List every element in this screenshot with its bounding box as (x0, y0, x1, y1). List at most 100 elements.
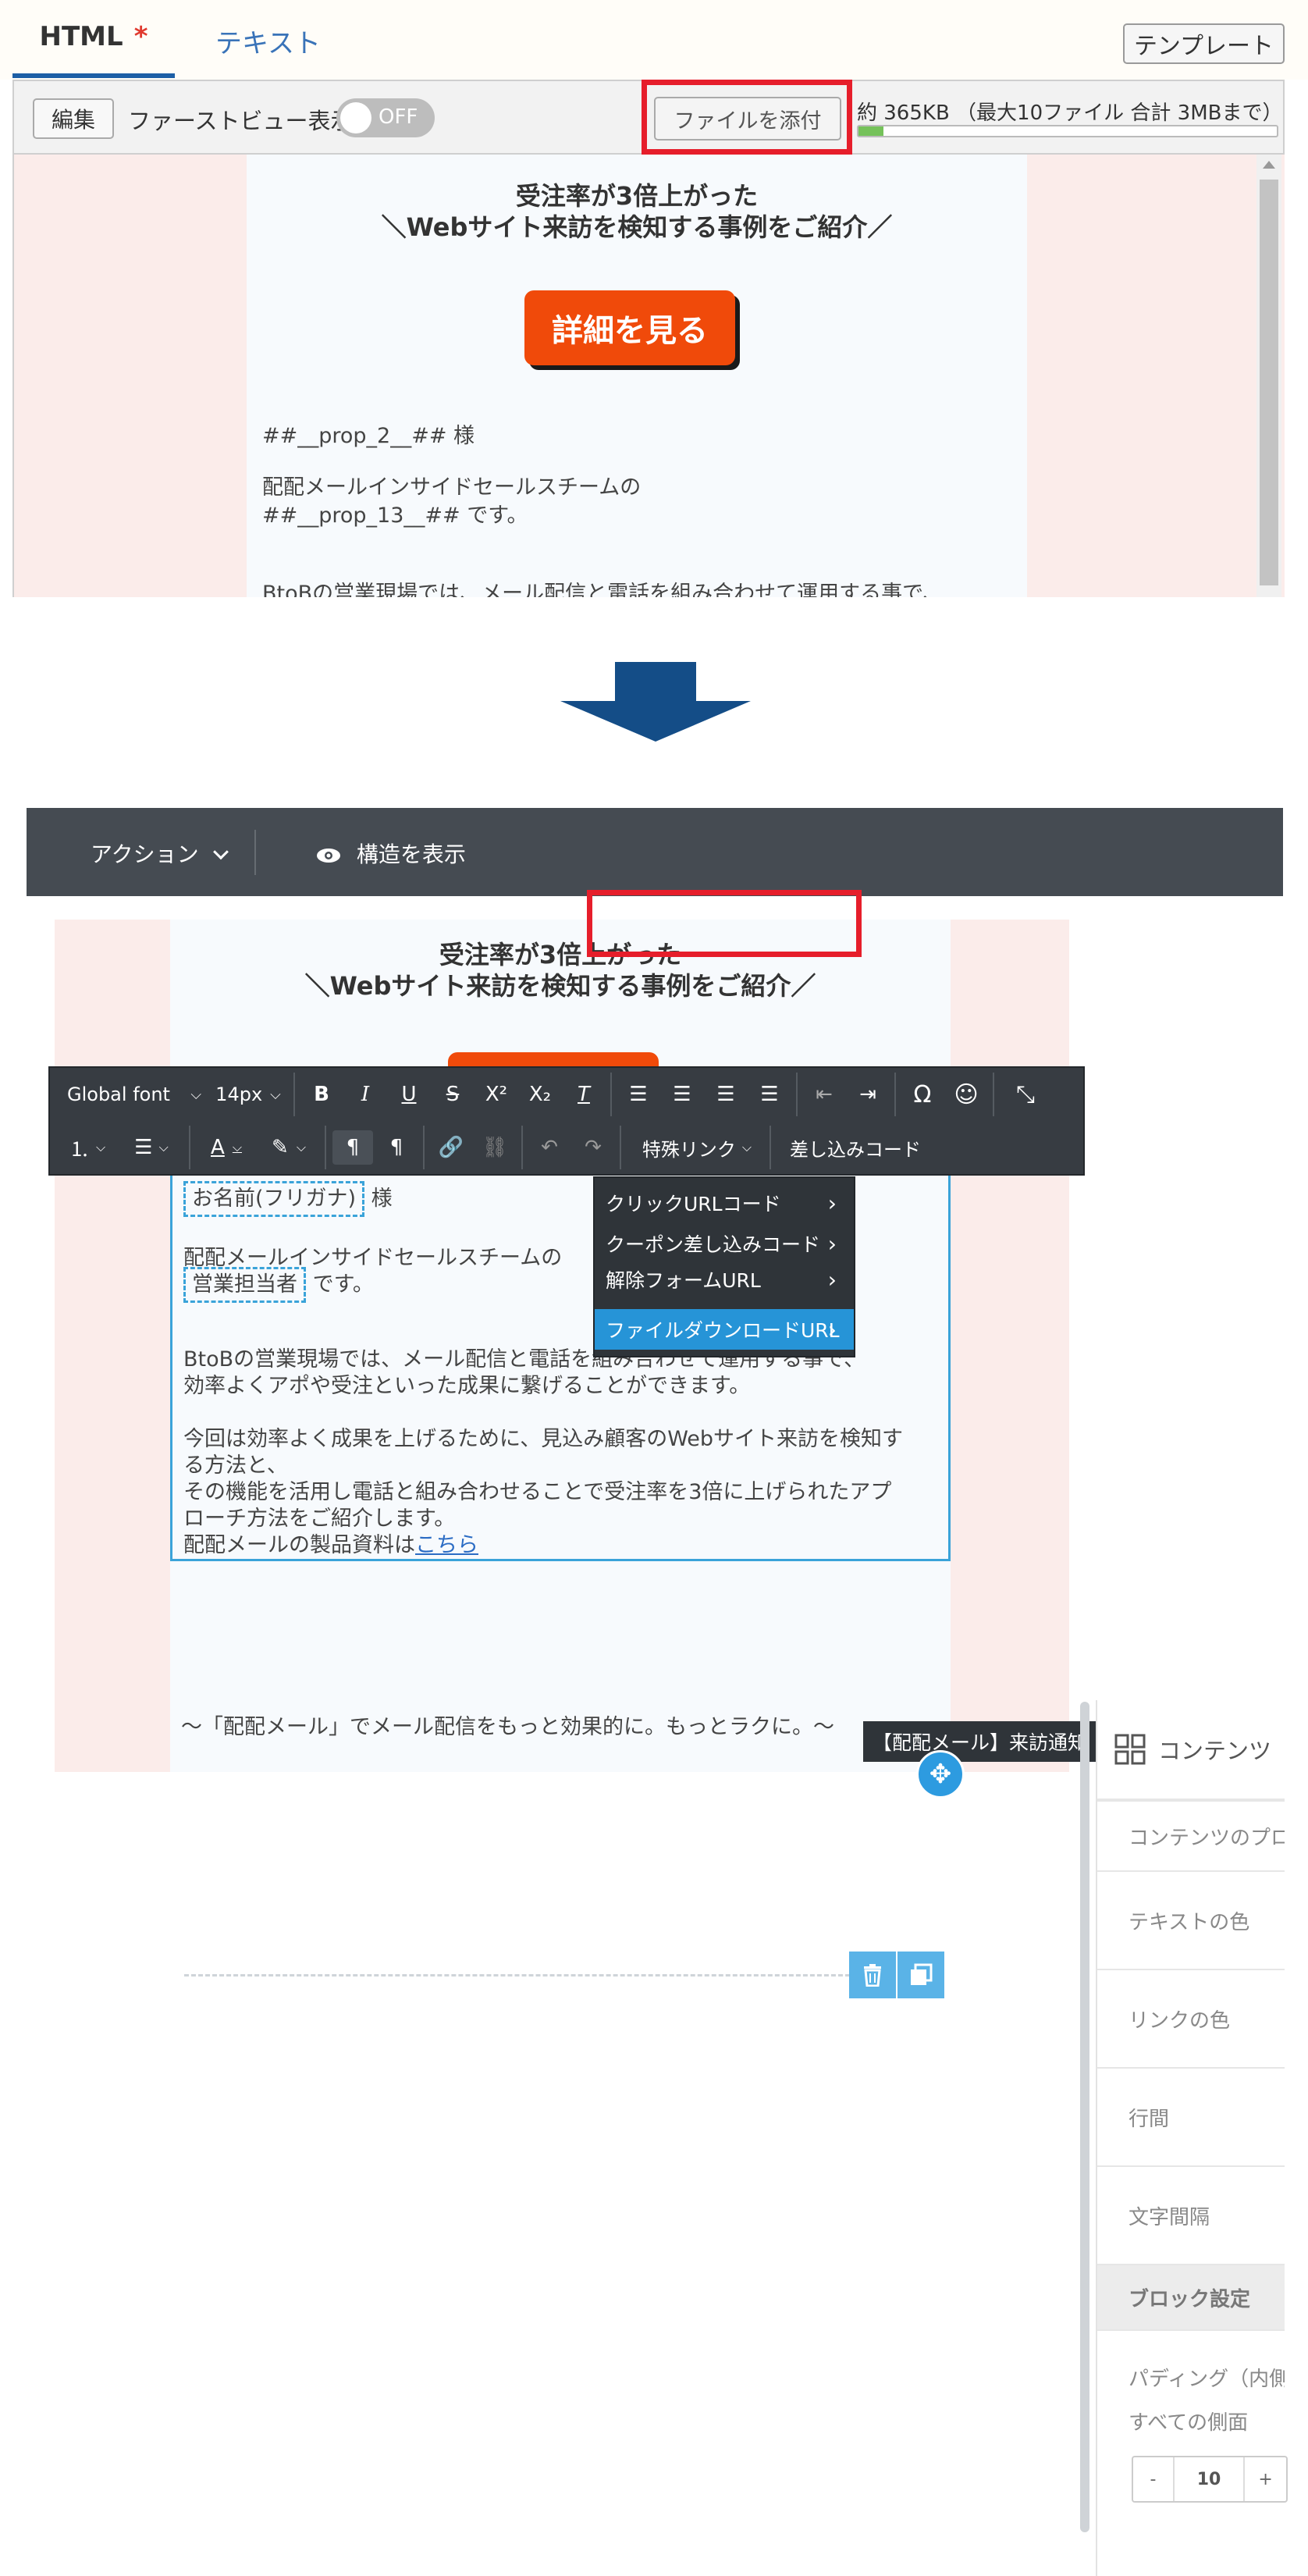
tab-text[interactable]: テキスト (215, 22, 321, 60)
first-view-toggle[interactable]: OFF (336, 98, 435, 137)
align-left-icon[interactable]: ☰ (618, 1077, 659, 1112)
ordered-list-icon[interactable]: ⒈ ⌵ (58, 1130, 117, 1165)
grid-icon (1114, 1734, 1146, 1765)
footer-line: ～「配配メール」でメール配信をもっと効果的に。もっとラクに。～ (181, 1715, 834, 1739)
greeting-line: ##__prop_2__## 様 (262, 424, 475, 448)
bold-icon[interactable]: B (301, 1077, 342, 1112)
editor-scrollbar[interactable] (1080, 1702, 1089, 2532)
editor-top-bar: アクション 構造を表示 (27, 808, 1283, 896)
trash-icon (864, 1964, 881, 1987)
underline-icon[interactable]: U (389, 1077, 429, 1112)
collapse-icon[interactable]: ⤡ (1004, 1077, 1047, 1112)
font-family-select[interactable]: Global font ⌵ (58, 1077, 206, 1112)
padding-stepper[interactable]: - 10 + (1132, 2456, 1288, 2503)
doc-link[interactable]: こちら (415, 1533, 478, 1557)
divider (189, 1126, 190, 1169)
divider (254, 830, 256, 875)
copy-icon (911, 1963, 933, 1985)
content-panel-header[interactable]: コンテンツ (1097, 1700, 1285, 1802)
chevron-right-icon: › (827, 1230, 837, 1257)
decrement-button[interactable]: - (1133, 2457, 1175, 2501)
content-properties-item[interactable]: コンテンツのプロパティ (1097, 1802, 1285, 1872)
clear-format-icon[interactable]: T (563, 1077, 604, 1112)
redo-icon[interactable]: ↷ (573, 1130, 613, 1165)
delete-block-button[interactable] (849, 1952, 896, 1998)
chevron-down-icon: ⌵ (190, 1086, 201, 1103)
down-arrow-head-icon (560, 701, 751, 742)
attachment-size-bar (857, 125, 1278, 137)
superscript-icon[interactable]: X² (476, 1077, 517, 1112)
email-title-line2: ＼Webサイト来訪を検知する事例をご紹介／ (304, 971, 816, 1001)
align-center-icon[interactable]: ☰ (662, 1077, 702, 1112)
letter-spacing-item[interactable]: 文字間隔 (1097, 2167, 1285, 2265)
font-family-value: Global font (67, 1083, 170, 1105)
paragraph-rtl-icon[interactable]: ¶ (376, 1130, 417, 1165)
content-panel-title: コンテンツ (1158, 1738, 1272, 1764)
unlink-icon[interactable]: ⛓ (475, 1130, 515, 1165)
staff-merge-tag[interactable]: 営業担当者 (183, 1267, 306, 1303)
editor-area: 受注率が3倍上がった ＼Webサイト来訪を検知する事例をご紹介／ お名前(フリガ… (27, 896, 1085, 1772)
strikethrough-icon[interactable]: S (432, 1077, 473, 1112)
name-merge-tag[interactable]: お名前(フリガナ) (183, 1181, 365, 1217)
line-height-item[interactable]: 行間 (1097, 2069, 1285, 2167)
email-title-line2: ＼Webサイト来訪を検知する事例をご紹介／ (381, 212, 893, 242)
divider (293, 1073, 295, 1116)
padding-value[interactable]: 10 (1175, 2457, 1243, 2501)
email-body: 受注率が3倍上がった ＼Webサイト来訪を検知する事例をご紹介／ 詳細を見る #… (247, 155, 1027, 597)
body-line1: BtoBの営業現場では、メール配信と電話を組み合わせて運用する事で、 (262, 582, 944, 597)
special-link-select[interactable]: 特殊リンク ⌵ (631, 1130, 763, 1165)
required-mark: * (133, 21, 148, 52)
insert-code-button[interactable]: 差し込みコード (777, 1130, 933, 1165)
edit-button[interactable]: 編集 (33, 98, 114, 139)
menu-item-click-url[interactable]: クリックURLコード › (595, 1183, 854, 1223)
indent-icon[interactable]: ⇥ (848, 1077, 888, 1112)
divider (796, 1073, 798, 1116)
link-icon[interactable]: 🔗 (431, 1130, 471, 1165)
emoji-icon[interactable]: ☺ (946, 1077, 986, 1112)
padding-label: パディング（内側） (1129, 2367, 1285, 2391)
chevron-right-icon: › (827, 1316, 837, 1343)
greeting-line: お名前(フリガナ) 様 (183, 1181, 393, 1217)
align-justify-icon[interactable]: ☰ (749, 1077, 790, 1112)
staff-suffix: です。 (312, 1272, 374, 1297)
special-character-icon[interactable]: Ω (902, 1077, 943, 1112)
font-size-select[interactable]: 14px ⌵ (211, 1077, 286, 1112)
align-right-icon[interactable]: ☰ (706, 1077, 746, 1112)
toggle-knob (340, 102, 371, 133)
paragraph-ltr-icon[interactable]: ¶ (332, 1130, 373, 1165)
tab-html[interactable]: HTML * (12, 0, 175, 78)
divider (993, 1073, 994, 1116)
text-color-icon[interactable]: A ⌵ (197, 1130, 256, 1165)
format-row-1: Global font ⌵ 14px ⌵ B I U S X² X₂ T ☰ ☰ ☰… (50, 1068, 1083, 1121)
divider (610, 1073, 612, 1116)
move-block-icon[interactable]: ✥ (916, 1750, 965, 1799)
bullet-list-icon[interactable]: ☰ ⌵ (122, 1130, 181, 1165)
preview-scrollbar[interactable] (1256, 155, 1281, 597)
outdent-icon[interactable]: ⇤ (804, 1077, 844, 1112)
increment-button[interactable]: + (1243, 2457, 1286, 2501)
divider (521, 1126, 523, 1169)
menu-item-label: クリックURLコード (606, 1193, 781, 1215)
text-color-item[interactable]: テキストの色 (1097, 1872, 1285, 1970)
show-structure-button[interactable]: 構造を表示 (315, 838, 466, 869)
undo-icon[interactable]: ↶ (529, 1130, 570, 1165)
duplicate-block-button[interactable] (897, 1952, 944, 1998)
template-button[interactable]: テンプレート (1123, 23, 1285, 64)
italic-icon[interactable]: I (345, 1077, 386, 1112)
name-suffix: 様 (371, 1187, 393, 1211)
scroll-thumb[interactable] (1260, 180, 1278, 585)
menu-item-file-download-url[interactable]: ファイルダウンロードURL › (595, 1309, 854, 1350)
menu-item-coupon-code[interactable]: クーポン差し込みコード › (595, 1223, 854, 1264)
details-cta-button[interactable]: 詳細を見る (524, 290, 735, 365)
link-color-item[interactable]: リンクの色 (1097, 1970, 1285, 2069)
block-settings-header[interactable]: ブロック設定 (1097, 2265, 1285, 2331)
file-submenu-item[interactable]: 【配配メール】来訪通知 (863, 1721, 1097, 1762)
actions-menu[interactable]: アクション (91, 838, 229, 869)
subscript-icon[interactable]: X₂ (520, 1077, 560, 1112)
highlight-color-icon[interactable]: ✎ ⌵ (259, 1130, 318, 1165)
menu-item-unsubscribe-url[interactable]: 解除フォームURL › (595, 1264, 854, 1295)
chevron-down-icon (212, 844, 229, 860)
chevron-right-icon: › (827, 1190, 837, 1216)
scroll-up-icon[interactable] (1263, 161, 1275, 169)
format-row-2: ⒈ ⌵ ☰ ⌵ A ⌵ ✎ ⌵ ¶ ¶ 🔗 ⛓ ↶ ↷ 特殊リンク ⌵ 差し込みコード (50, 1121, 1083, 1174)
